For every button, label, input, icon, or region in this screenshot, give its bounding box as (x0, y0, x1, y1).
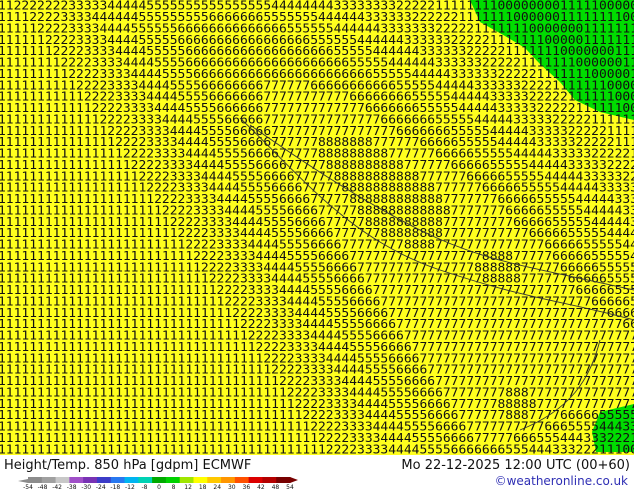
colorbar-tick-label: -38 (67, 484, 77, 490)
colorbar-swatch (234, 477, 250, 483)
colorbar-tick-labels: -54 -48 -42 -38 -30 -24 -18 -12 -8 0 8 12 18 24 30 36 42… (23, 484, 294, 490)
colorbar-swatch (83, 477, 98, 483)
colorbar-swatch (248, 477, 263, 483)
forecast-map: 1122222223333344444555555555555555544444… (0, 0, 634, 455)
colorbar-tick-label: -12 (125, 484, 135, 490)
colorbar-left-arrow (18, 479, 28, 483)
colorbar-swatch (69, 477, 84, 483)
temperature-colorbar: -54 -48 -42 -38 -30 -24 -18 -12 -8 0 8 12 18 24 30 36 42… (18, 477, 298, 490)
colorbar-swatch (96, 477, 112, 483)
colorbar-tick-label: 18 (199, 484, 207, 490)
colorbar-swatch (110, 477, 126, 483)
colorbar-tick-label: 54 (286, 484, 294, 490)
colorbar-swatch (41, 477, 57, 483)
colorbar-swatch (165, 477, 181, 483)
colorbar-tick-label: -30 (81, 484, 91, 490)
colorbar-tick-label: -48 (38, 484, 48, 490)
colorbar-tick-label: 42 (257, 484, 265, 490)
colorbar-tick-label: 30 (228, 484, 236, 490)
colorbar-swatch (193, 477, 208, 483)
colorbar-swatch (28, 477, 43, 483)
colorbar-tick-label: -54 (23, 484, 33, 490)
colorbar-tick-label: -18 (110, 484, 120, 490)
colorbar-tick-label: 12 (184, 484, 192, 490)
colorbar-tick-label: 24 (213, 484, 221, 490)
colorbar-swatch (152, 477, 167, 483)
colorbar-swatch (207, 477, 222, 483)
map-title: Height/Temp. 850 hPa [gdpm] ECMWF (4, 458, 252, 473)
colorbar-swatch (138, 477, 153, 483)
colorbar-swatch (262, 477, 277, 483)
digit-row: 1111111111111111111111111111111111111111… (0, 442, 634, 455)
colorbar-swatches (18, 477, 298, 483)
map-footer: Height/Temp. 850 hPa [gdpm] ECMWF Mo 22-… (0, 455, 634, 490)
colorbar-swatch (276, 477, 291, 483)
colorbar-swatch (221, 477, 236, 483)
colorbar-tick-label: 48 (272, 484, 280, 490)
colorbar-tick-label: -8 (141, 484, 147, 490)
colorbar-tick-label: -42 (52, 484, 62, 490)
map-canvas: 1122222223333344444555555555555555544444… (0, 0, 634, 455)
colorbar-tick-label: 8 (172, 484, 176, 490)
colorbar-swatch (179, 477, 194, 483)
colorbar-right-arrow (290, 477, 298, 483)
colorbar-tick-label: 0 (157, 484, 161, 490)
credit-link[interactable]: ©weatheronline.co.uk (495, 474, 628, 488)
colorbar-tick-label: 36 (243, 484, 251, 490)
valid-time: Mo 22-12-2025 12:00 UTC (00+60) (401, 458, 630, 473)
colorbar-swatch (124, 477, 139, 483)
temperature-digit-grid: 1122222223333344444555555555555555544444… (0, 0, 634, 455)
colorbar-tick-label: -24 (96, 484, 106, 490)
colorbar-swatch (55, 477, 70, 483)
